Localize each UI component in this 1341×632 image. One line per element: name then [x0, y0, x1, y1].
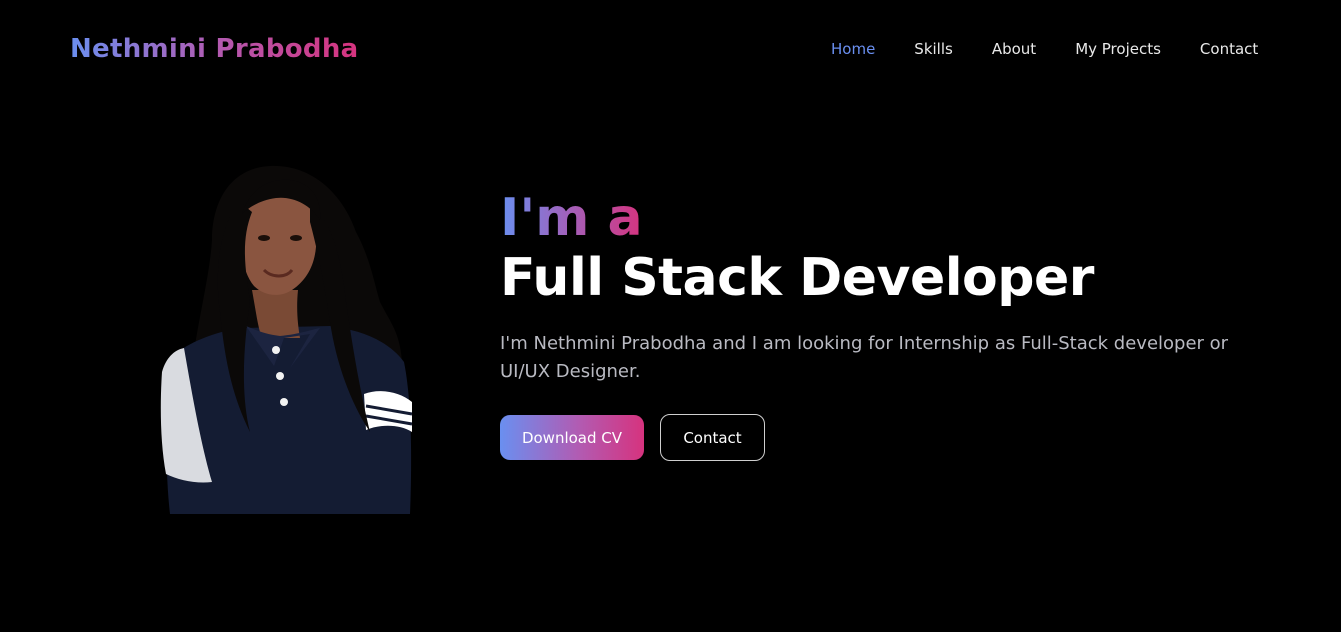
main-nav: Home Skills About My Projects Contact — [820, 38, 1269, 60]
hero-intro: I'm a — [500, 188, 643, 248]
nav-contact[interactable]: Contact — [1200, 40, 1258, 58]
hero-section: I'm a Full Stack Developer I'm Nethmini … — [500, 188, 1260, 461]
page: Nethmini Prabodha Home Skills About My P… — [0, 0, 1341, 632]
nav-about[interactable]: About — [992, 40, 1036, 58]
hero-title: Full Stack Developer — [500, 248, 1094, 308]
download-cv-button[interactable]: Download CV — [500, 415, 644, 460]
shirt-button-3 — [280, 398, 288, 406]
nav-home[interactable]: Home — [831, 40, 875, 58]
hero-buttons: Download CV Contact — [500, 414, 1260, 461]
nav-skills[interactable]: Skills — [914, 40, 953, 58]
site-logo[interactable]: Nethmini Prabodha — [70, 30, 358, 68]
profile-portrait — [160, 165, 413, 514]
shirt-button-2 — [276, 372, 284, 380]
hero-description: I'm Nethmini Prabodha and I am looking f… — [500, 333, 1229, 382]
shirt-button-1 — [272, 346, 280, 354]
nav-my-projects[interactable]: My Projects — [1075, 40, 1161, 58]
contact-button[interactable]: Contact — [660, 414, 765, 461]
